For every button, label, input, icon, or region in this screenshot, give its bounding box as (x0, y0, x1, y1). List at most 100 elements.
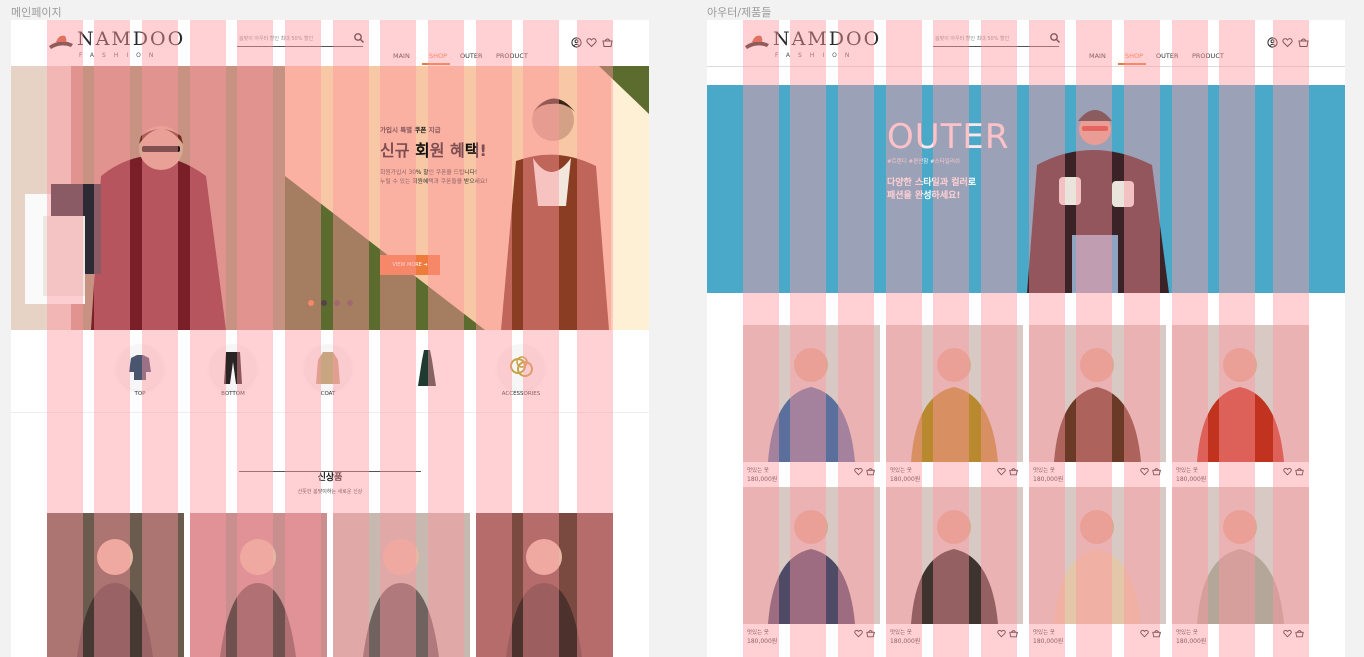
user-icon[interactable] (1267, 33, 1278, 48)
outer-banner-text: OUTER #트렌디 #편안함 #스타일리쉬 다양한 스타일과 컬러로 패션을 … (887, 119, 1010, 201)
accessories-icon (510, 356, 533, 377)
product-photo (743, 487, 880, 624)
brand-name: NAMDOO (773, 28, 882, 50)
new-products-subtitle: 산뜻한 봄맞이하는 새로운 신상 (297, 489, 363, 495)
heart-icon[interactable] (997, 467, 1006, 476)
nav-outer[interactable]: OUTER (460, 52, 482, 60)
heart-icon[interactable] (1282, 33, 1293, 48)
heart-icon[interactable] (1140, 629, 1149, 638)
heart-icon[interactable] (1140, 467, 1149, 476)
user-icon[interactable] (571, 33, 582, 48)
hero-kicker: 가입시 특별 쿠폰 지급 (380, 126, 441, 134)
new-product-card[interactable] (47, 513, 184, 657)
new-product-card[interactable] (190, 513, 327, 657)
category-bottom-label: BOTTOM (221, 391, 245, 397)
heart-icon[interactable] (854, 467, 863, 476)
search-icon[interactable] (353, 32, 365, 44)
product-photo (1029, 487, 1166, 624)
search-icon[interactable] (1049, 32, 1061, 44)
basket-icon[interactable] (1298, 33, 1309, 47)
heart-icon[interactable] (1283, 629, 1292, 638)
nav-product[interactable]: PRODUCT (1192, 52, 1224, 60)
product-actions (1140, 629, 1162, 639)
outer-banner-title: OUTER (887, 117, 1010, 157)
product-photo (1172, 487, 1309, 624)
basket-icon[interactable] (1152, 467, 1161, 476)
product-photo (886, 487, 1023, 624)
search-input[interactable]: 봄맞이 아우터 할인 최대 50% 할인 (237, 32, 365, 47)
heart-icon[interactable] (586, 33, 597, 48)
basket-icon[interactable] (1009, 629, 1018, 638)
basket-icon[interactable] (1295, 629, 1304, 638)
brand-logo[interactable]: NAMDOO FASHION (743, 28, 893, 62)
outer-page-artboard: NAMDOO FASHION 봄맞이 아우터 할인 최대 50% 할인 MAIN… (707, 20, 1345, 657)
basket-icon[interactable] (866, 629, 875, 638)
arrow-right-icon: ➔ (423, 262, 428, 268)
nav-shop[interactable]: SHOP (1125, 52, 1143, 60)
hero-dot-3[interactable] (334, 300, 340, 306)
brand-logo[interactable]: NAMDOO FASHION (47, 28, 197, 62)
nav-active-underline (1118, 63, 1146, 65)
category-coat[interactable]: COAT (298, 344, 358, 397)
nav-main[interactable]: MAIN (1089, 52, 1106, 60)
heart-icon[interactable] (997, 629, 1006, 638)
category-dress[interactable] (397, 344, 457, 390)
hero-dots (308, 300, 353, 306)
basket-icon[interactable] (866, 467, 875, 476)
product-name: 멋있는 옷 (747, 468, 769, 474)
hero-dot-1[interactable] (308, 300, 314, 306)
category-top[interactable]: TOP (110, 344, 170, 397)
hero-dot-2[interactable] (321, 300, 327, 306)
basket-icon[interactable] (602, 33, 613, 47)
product-price: 180,000원 (747, 638, 778, 645)
view-more-button[interactable]: VIEW MORE ➔ (380, 255, 440, 275)
product-name: 멋있는 옷 (747, 630, 769, 636)
new-product-card[interactable] (333, 513, 470, 657)
search-input[interactable]: 봄맞이 아우터 할인 최대 50% 할인 (933, 32, 1061, 47)
hero-text: 가입시 특별 쿠폰 지급 신규 회원 혜택! 회원가입시 30% 할인 쿠폰을 … (380, 124, 530, 185)
dress-icon (418, 350, 436, 386)
header-icons (1267, 33, 1311, 48)
product-actions (1283, 629, 1305, 639)
basket-icon[interactable] (1295, 467, 1304, 476)
category-accessories[interactable]: ACCESSORIES (491, 344, 551, 397)
hat-logo-icon (745, 35, 769, 49)
outer-banner: OUTER #트렌디 #편안함 #스타일리쉬 다양한 스타일과 컬러로 패션을 … (707, 85, 1345, 293)
pants-icon (224, 352, 242, 384)
product-name: 멋있는 옷 (1176, 468, 1198, 474)
basket-icon[interactable] (1152, 629, 1161, 638)
nav-outer[interactable]: OUTER (1156, 52, 1178, 60)
heart-icon[interactable] (1283, 467, 1292, 476)
new-product-card[interactable] (476, 513, 613, 657)
hat-logo-icon (49, 35, 73, 49)
hero-desc-2: 누릴 수 있는 회원혜택과 쿠폰들을 받으세요! (380, 179, 488, 185)
hero-banner: 가입시 특별 쿠폰 지급 신규 회원 혜택! 회원가입시 30% 할인 쿠폰을 … (11, 66, 649, 330)
nav-shop[interactable]: SHOP (429, 52, 447, 60)
category-bottom[interactable]: BOTTOM (203, 344, 263, 397)
product-photo (333, 513, 470, 657)
product-photo (1172, 325, 1309, 462)
nav-main[interactable]: MAIN (393, 52, 410, 60)
outer-banner-desc-1: 다양한 스타일과 컬러로 (887, 178, 977, 188)
outer-banner-tags: #트렌디 #편안함 #스타일리쉬 (887, 159, 960, 165)
new-products-row (47, 513, 613, 657)
product-name: 멋있는 옷 (1033, 468, 1055, 474)
product-name: 멋있는 옷 (890, 468, 912, 474)
shirt-icon (129, 355, 151, 380)
hero-desc-1: 회원가입시 30% 할인 쿠폰을 드립니다! (380, 170, 478, 176)
product-name: 멋있는 옷 (890, 630, 912, 636)
nav-product[interactable]: PRODUCT (496, 52, 528, 60)
category-top-label: TOP (134, 391, 146, 397)
product-actions (854, 629, 876, 639)
hero-art (11, 66, 649, 330)
brand-sub: FASHION (775, 52, 858, 59)
hero-title: 신규 회원 혜택! (380, 141, 487, 160)
heart-icon[interactable] (854, 629, 863, 638)
hero-dot-4[interactable] (347, 300, 353, 306)
product-name: 멋있는 옷 (1033, 630, 1055, 636)
divider (11, 412, 649, 413)
product-photo (190, 513, 327, 657)
product-name: 멋있는 옷 (1176, 630, 1198, 636)
category-coat-label: COAT (320, 391, 336, 397)
basket-icon[interactable] (1009, 467, 1018, 476)
